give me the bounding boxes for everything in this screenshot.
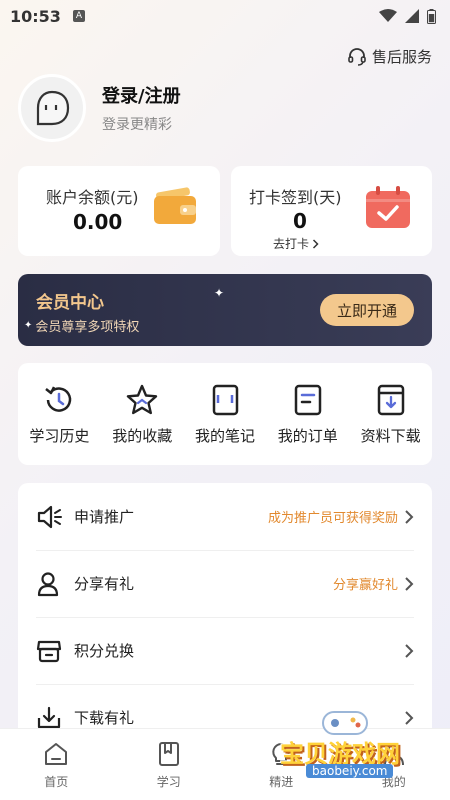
menu-item-hint: 成为推广员可获得奖励 [267,511,398,526]
menu-item-label: 分享有礼 [74,575,135,593]
quick-action-label: 资料下载 [360,427,421,445]
calendar-check-icon [366,186,410,228]
history-icon [45,386,72,412]
quick-action-favorites[interactable]: 我的收藏 [101,363,184,465]
after-sale-service-button[interactable]: 售后服务 [347,46,432,67]
tab-label: 首页 [44,775,69,789]
checkin-card[interactable]: 打卡签到(天) 0 去打卡 [231,166,432,256]
a-notification-icon: A [72,10,85,22]
user-icon [37,571,59,596]
menu-item-promotion[interactable]: 申请推广 成为推广员可获得奖励 [18,483,432,550]
checkin-label: 打卡签到(天) [249,188,342,207]
chevron-right-icon [405,509,414,524]
watermark-logo: 宝贝游戏网 baobeiy.com [276,706,426,788]
login-register-link[interactable]: 登录/注册 [102,82,181,108]
tab-study[interactable]: 学习 [113,729,226,800]
quick-action-label: 学习历史 [29,427,90,445]
vip-title: 会员中心 [36,293,104,313]
menu-item-label: 申请推广 [74,508,135,526]
chevron-right-icon [405,576,414,591]
menu-item-label: 下载有礼 [74,709,135,727]
order-icon [294,384,322,416]
service-label: 售后服务 [371,48,432,66]
default-avatar-icon [36,90,70,126]
menu-item-points[interactable]: 积分兑换 [18,617,432,684]
megaphone-icon [37,505,62,528]
avatar[interactable] [18,74,86,142]
quick-action-label: 我的订单 [277,427,338,445]
watermark-url: baobeiy.com [306,764,394,778]
vip-banner[interactable]: 会员中心 ✦ ✦ 会员尊享多项特权 立即开通 [18,274,432,346]
quick-action-downloads[interactable]: 资料下载 [349,363,432,465]
wifi-icon [379,9,397,22]
book-download-icon [377,384,404,416]
battery-icon [427,8,436,24]
quick-action-orders[interactable]: 我的订单 [266,363,349,465]
go-checkin-link[interactable]: 去打卡 [273,235,319,252]
tab-label: 学习 [156,775,181,789]
shop-icon [36,640,62,662]
quick-action-notes[interactable]: 我的笔记 [184,363,267,465]
go-checkin-label: 去打卡 [273,237,310,251]
open-vip-button[interactable]: 立即开通 [320,294,414,326]
chevron-right-icon [312,238,319,249]
book-icon [158,742,179,766]
menu-item-label: 积分兑换 [74,642,135,660]
chevron-right-icon [405,643,414,658]
signal-icon [405,9,419,23]
status-bar: 10:53 A [0,0,450,32]
quick-action-history[interactable]: 学习历史 [18,363,101,465]
menu-item-share[interactable]: 分享有礼 分享赢好礼 [18,550,432,617]
notebook-icon [212,384,239,416]
star-icon [126,384,158,415]
quick-actions: 学习历史 我的收藏 我的笔记 我的订单 资料下载 [18,363,432,465]
status-time: 10:53 [10,6,61,26]
headset-icon [348,47,366,66]
vip-desc-text: 会员尊享多项特权 [35,320,140,335]
quick-action-label: 我的笔记 [194,427,255,445]
login-subtitle: 登录更精彩 [102,117,172,133]
menu-item-hint: 分享赢好礼 [332,578,398,593]
balance-label: 账户余额(元) [46,188,139,207]
download-icon [37,706,61,728]
vip-description: ✦ 会员尊享多项特权 [24,316,139,335]
sparkle-small-icon: ✦ [24,320,33,331]
home-icon [45,743,68,765]
profile-section[interactable]: 登录/注册 登录更精彩 [18,74,181,142]
checkin-value: 0 [293,209,307,233]
balance-card[interactable]: 账户余额(元) 0.00 [18,166,220,256]
tab-home[interactable]: 首页 [0,729,113,800]
sparkle-icon: ✦ [214,286,225,300]
quick-action-label: 我的收藏 [112,427,173,445]
balance-value: 0.00 [73,210,123,234]
wallet-icon [154,187,196,224]
